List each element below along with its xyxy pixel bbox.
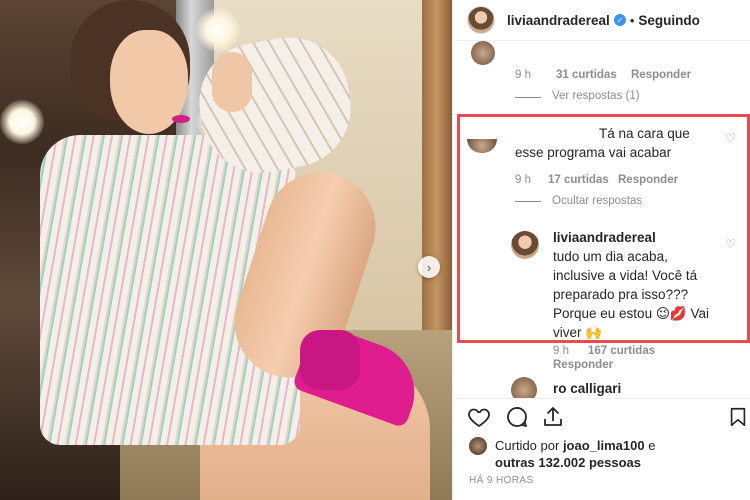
separator-dot: •: [629, 12, 635, 28]
bookmark-icon[interactable]: [727, 405, 749, 429]
reply-button[interactable]: Responder: [631, 69, 691, 81]
avatar[interactable]: [511, 377, 537, 398]
comment-likes[interactable]: 31 curtidas: [556, 69, 631, 81]
comment-meta: 9 h 31 curtidas Responder: [515, 69, 691, 81]
comment-meta: Responder: [553, 359, 613, 371]
share-icon[interactable]: [541, 405, 565, 429]
post-timestamp[interactable]: HÁ 9 HORAS: [469, 475, 534, 486]
avatar[interactable]: [469, 437, 487, 455]
comment-username[interactable]: ro calligari: [553, 379, 621, 398]
view-replies-link[interactable]: Ver respostas (1): [552, 90, 640, 102]
heart-icon[interactable]: [467, 405, 491, 429]
hand: [212, 52, 252, 112]
verified-badge-icon: ✓: [613, 14, 626, 26]
liked-by-text: Curtido por joao_lima100 e outras 132.00…: [495, 437, 735, 471]
post-photo[interactable]: ›: [0, 0, 452, 500]
comment-time: 9 h: [515, 69, 531, 81]
comments-list[interactable]: 9 h 31 curtidas Responder Ver respostas …: [453, 40, 750, 398]
divider: [515, 97, 541, 98]
avatar[interactable]: [467, 6, 495, 34]
following-button[interactable]: Seguindo: [638, 13, 700, 28]
liked-by-conj: e: [648, 438, 656, 453]
chevron-right-icon[interactable]: ›: [418, 256, 440, 278]
comment-time: 9 h: [553, 345, 569, 357]
light-bulb: [196, 8, 240, 52]
post-header: liviaandradereal ✓ • Seguindo: [453, 0, 750, 40]
highlight-box: [457, 114, 750, 343]
reply-button[interactable]: Responder: [553, 359, 613, 371]
liked-by: Curtido por joao_lima100 e outras 132.00…: [469, 437, 735, 471]
liked-by-user[interactable]: joao_lima100: [563, 438, 645, 453]
pink-shoe: [300, 330, 360, 390]
post-sidebar: liviaandradereal ✓ • Seguindo 9 h 31 cur…: [452, 0, 750, 500]
username[interactable]: liviaandradereal: [507, 13, 610, 28]
comment-likes[interactable]: 167 curtidas: [588, 345, 655, 357]
comment-meta: 9 h 167 curtidas: [553, 345, 655, 357]
lips: [172, 115, 190, 123]
avatar[interactable]: [471, 41, 495, 65]
liked-by-prefix: Curtido por: [495, 438, 560, 453]
light-bulb: [0, 100, 44, 144]
liked-by-others[interactable]: outras 132.002 pessoas: [495, 455, 641, 470]
comment-icon[interactable]: [505, 405, 529, 429]
